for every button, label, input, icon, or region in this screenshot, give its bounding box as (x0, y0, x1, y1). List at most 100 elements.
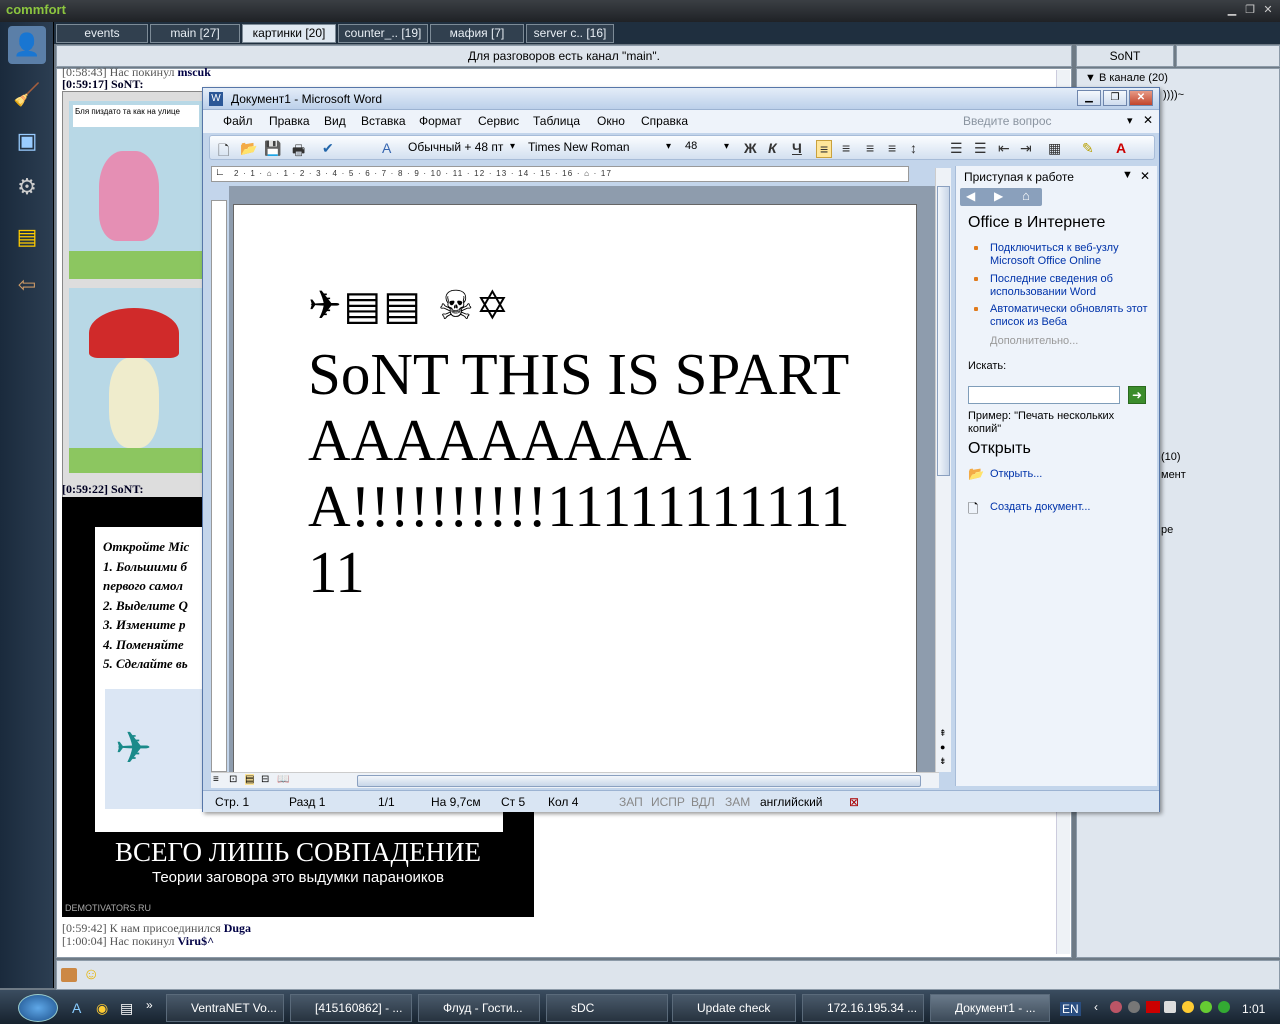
font-color-icon[interactable]: A (1116, 140, 1126, 156)
restore-button[interactable]: ❐ (1242, 3, 1258, 18)
hscroll-thumb[interactable] (357, 775, 921, 787)
ati-icon[interactable] (1146, 1001, 1160, 1013)
menu-file[interactable]: Файл (223, 114, 253, 128)
tab-counter[interactable]: counter_.. [19] (338, 24, 428, 43)
menu-window[interactable]: Окно (597, 114, 625, 128)
next-page-icon[interactable]: ⇟ (939, 756, 947, 767)
status-rec[interactable]: ЗАП (619, 795, 643, 809)
icq-flower-icon[interactable] (1218, 1001, 1230, 1013)
line-spacing-icon[interactable]: ↕ (910, 140, 917, 156)
home-icon[interactable]: ⌂ (1022, 188, 1030, 203)
gear-icon[interactable]: ⚙ (8, 168, 46, 206)
align-center-icon[interactable]: ≡ (842, 140, 850, 156)
chevron-down-icon[interactable]: ▼ (1122, 169, 1133, 181)
link-word-news[interactable]: Последние сведения об использовании Word (990, 273, 1150, 299)
monitor-icon[interactable]: ▣ (8, 122, 46, 160)
justify-icon[interactable]: ≡ (888, 140, 896, 156)
ask-dropdown-icon[interactable]: ▾ (1127, 114, 1133, 127)
chevron-down-icon[interactable]: ▾ (510, 141, 515, 152)
tab-mafia[interactable]: мафия [7] (430, 24, 524, 43)
menu-tools[interactable]: Сервис (478, 114, 519, 128)
back-icon[interactable]: ◀ (966, 189, 975, 203)
task-icq[interactable]: [415160862] - ... (290, 994, 412, 1022)
align-left-icon[interactable]: ≡ (816, 140, 833, 158)
document-page[interactable]: ✈▤▤ ☠✡ SoNT THIS IS SPARTAAAAAAAAAA!!!!!… (233, 204, 917, 774)
search-input[interactable] (968, 386, 1120, 404)
tray-icon[interactable] (1110, 1001, 1122, 1013)
tray-icon[interactable] (1200, 1001, 1212, 1013)
prev-page-icon[interactable]: ⇞ (939, 728, 947, 739)
status-ovr[interactable]: ЗАМ (725, 795, 750, 809)
maximize-button[interactable]: ❐ (1103, 90, 1127, 106)
underline-button[interactable]: Ч (792, 140, 802, 156)
browse-object-icon[interactable]: ● (940, 742, 945, 752)
horizontal-scrollbar[interactable]: ≡ ⊡ ▤ ⊟ 📖 (211, 772, 939, 788)
clock[interactable]: 1:01 (1242, 1002, 1265, 1016)
highlight-icon[interactable]: ✎ (1082, 140, 1094, 157)
increase-indent-icon[interactable]: ⇥ (1020, 140, 1032, 157)
font-select[interactable]: Times New Roman (528, 140, 630, 154)
exit-door-icon[interactable]: ⇦ (8, 266, 46, 304)
font-size-select[interactable]: 48 (685, 140, 697, 152)
italic-button[interactable]: К (768, 140, 777, 156)
normal-view-icon[interactable]: ≡ (213, 774, 219, 785)
print-view-icon[interactable]: ▤ (245, 774, 255, 785)
menu-table[interactable]: Таблица (533, 114, 580, 128)
borders-icon[interactable]: ▦ (1048, 140, 1061, 157)
expand-icon[interactable]: » (146, 998, 153, 1012)
reading-view-icon[interactable]: 📖 (277, 774, 289, 785)
minimize-button[interactable]: ▁ (1224, 3, 1240, 18)
tray-icon[interactable] (1182, 1001, 1194, 1013)
close-button[interactable]: ✕ (1260, 3, 1276, 18)
task-update-check[interactable]: Update check (672, 994, 796, 1022)
close-button[interactable]: ✕ (1129, 90, 1153, 106)
link-more[interactable]: Дополнительно... (990, 335, 1150, 348)
print-icon[interactable]: 🖶 (292, 140, 305, 164)
link-office-online[interactable]: Подключиться к веб-узлу Microsoft Office… (990, 242, 1150, 268)
spelling-status-icon[interactable]: ⊠ (849, 795, 859, 809)
task-remote[interactable]: 172.16.195.34 ... (802, 994, 924, 1022)
bold-button[interactable]: Ж (744, 140, 757, 156)
menu-insert[interactable]: Вставка (361, 114, 406, 128)
task-word[interactable]: Документ1 - ... (930, 994, 1050, 1022)
menu-help[interactable]: Справка (641, 114, 688, 128)
align-right-icon[interactable]: ≡ (866, 140, 874, 156)
broom-icon[interactable]: 🧹 (8, 76, 46, 114)
task-ventranet[interactable]: VentraNET Vo... (166, 994, 284, 1022)
scroll-thumb[interactable] (937, 186, 950, 476)
close-icon[interactable]: ✕ (1140, 169, 1150, 183)
spellcheck-icon[interactable]: ✔ (322, 140, 334, 157)
link-auto-update[interactable]: Автоматически обновлять этот список из В… (990, 303, 1150, 329)
image-icon[interactable] (61, 968, 77, 982)
tab-events[interactable]: events (56, 24, 148, 43)
book-icon[interactable]: ▤ (8, 218, 46, 256)
tab-kartinki[interactable]: картинки [20] (242, 24, 336, 43)
start-button[interactable] (18, 994, 58, 1022)
go-arrow-icon[interactable]: ➜ (1128, 386, 1146, 404)
browser-icon[interactable]: ◉ (96, 1000, 108, 1017)
chevron-down-icon[interactable]: ▾ (666, 141, 671, 152)
tray-expand-icon[interactable]: ‹ (1094, 1000, 1098, 1014)
styles-icon[interactable]: A (382, 140, 391, 156)
horizontal-ruler[interactable]: ∟ 2 · 1 · ⌂ · 1 · 2 · 3 · 4 · 5 · 6 · 7 … (211, 166, 909, 182)
chevron-down-icon[interactable]: ▾ (724, 141, 729, 152)
language-indicator[interactable]: EN (1060, 1002, 1081, 1016)
bullet-list-icon[interactable]: ☰ (974, 140, 987, 157)
tab-stop-icon[interactable]: ∟ (215, 167, 225, 178)
tray-icon[interactable] (1128, 1001, 1140, 1013)
tab-main[interactable]: main [27] (150, 24, 240, 43)
task-chrome[interactable]: Флуд - Гости... (418, 994, 540, 1022)
quicklaunch-icon[interactable]: A (72, 1000, 81, 1016)
profile-avatar-icon[interactable]: 👤 (8, 26, 46, 64)
vertical-scrollbar[interactable]: ⇞ ● ⇟ (935, 168, 951, 772)
smiley-icon[interactable]: ☺ (83, 966, 99, 984)
status-trk[interactable]: ИСПР (651, 795, 685, 809)
minimize-button[interactable]: ▁ (1077, 90, 1101, 106)
forward-icon[interactable]: ▶ (994, 189, 1003, 203)
quicklaunch-icon[interactable]: ▤ (120, 1000, 133, 1017)
outline-view-icon[interactable]: ⊟ (261, 774, 269, 785)
close-doc-icon[interactable]: ✕ (1143, 113, 1153, 127)
save-icon[interactable]: 💾 (264, 140, 281, 157)
open-folder-icon[interactable]: 📂 (240, 140, 257, 157)
new-doc-icon[interactable]: 🗋 (218, 140, 229, 164)
